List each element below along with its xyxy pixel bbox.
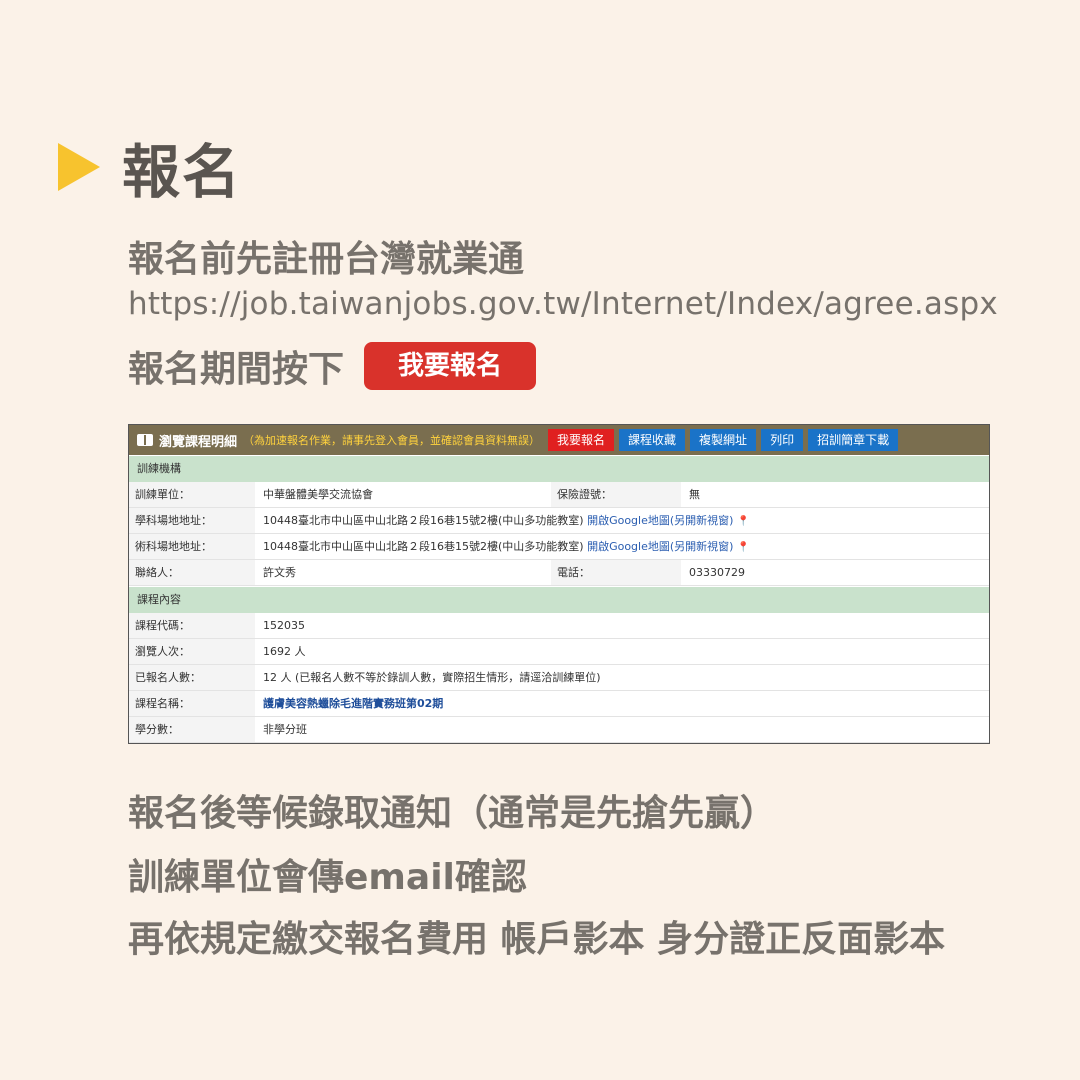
register-url[interactable]: https://job.taiwanjobs.gov.tw/Internet/I… [128,286,998,322]
press-button-text: 報名期間按下 [128,349,345,390]
map-pin-icon: 📍 [736,542,750,553]
contact-value: 許文秀 [263,566,296,579]
contact-label: 聯絡人： [129,560,255,585]
course-code-value: 152035 [263,619,305,632]
credits-label: 學分數： [129,717,255,742]
print-button[interactable]: 列印 [761,429,804,451]
panel-note: （為加速報名作業，請事先登入會員，並確認會員資料無誤） [243,434,541,447]
panel-title: 瀏覽課程明細 [159,434,238,450]
table-row: 聯絡人： 許文秀 電話： 03330729 [129,560,989,586]
course-code-label: 課程代碼： [129,613,255,638]
insurance-value: 無 [689,488,700,501]
favorite-button[interactable]: 課程收藏 [619,429,686,451]
phone-value: 03330729 [689,566,745,579]
table-row: 術科場地地址： 10448臺北市中山區中山北路２段16巷15號2樓(中山多功能教… [129,534,989,560]
registered-value: 12 人 (已報名人數不等於錄訓人數，實際招生情形，請逕洽訓練單位) [263,671,601,684]
course-name-value[interactable]: 護膚美容熱蠟除毛進階實務班第02期 [255,691,443,716]
table-row: 訓練單位： 中華盤體美學交流協會 保險證號： 無 [129,482,989,508]
academic-address-value: 10448臺北市中山區中山北路２段16巷15號2樓(中山多功能教室) 開啟Goo… [255,508,989,533]
panel-header: 瀏覽課程明細 （為加速報名作業，請事先登入會員，並確認會員資料無誤） 我要報名 … [129,425,989,455]
email-confirm-text: 訓練單位會傳email確認 [128,857,527,898]
technical-address-text: 10448臺北市中山區中山北路２段16巷15號2樓(中山多功能教室) [263,540,584,553]
technical-address-value: 10448臺北市中山區中山北路２段16巷15號2樓(中山多功能教室) 開啟Goo… [255,534,989,559]
play-triangle-icon [58,143,100,191]
org-value: 中華盤體美學交流協會 [263,488,373,501]
copy-url-button[interactable]: 複製網址 [690,429,757,451]
credits-value: 非學分班 [263,723,307,736]
table-row: 瀏覽人次： 1692 人 [129,639,989,665]
table-row: 課程名稱： 護膚美容熱蠟除毛進階實務班第02期 [129,691,989,717]
register-button-illustration: 我要報名 [364,342,537,390]
press-button-line: 報名期間按下 我要報名 [128,340,537,392]
wait-notice-text: 報名後等候錄取通知（通常是先搶先贏） [128,793,777,834]
panel-register-button[interactable]: 我要報名 [548,429,615,451]
course-name-label: 課程名稱： [129,691,255,716]
map-pin-icon: 📍 [736,516,750,527]
technical-address-label: 術科場地地址： [129,534,255,559]
table-row: 已報名人數： 12 人 (已報名人數不等於錄訓人數，實際招生情形，請逕洽訓練單位… [129,665,989,691]
views-value: 1692 人 [263,645,306,658]
register-first-text: 報名前先註冊台灣就業通 [128,239,525,280]
table-row: 學分數： 非學分班 [129,717,989,743]
course-detail-screenshot: 瀏覽課程明細 （為加速報名作業，請事先登入會員，並確認會員資料無誤） 我要報名 … [128,424,990,744]
academic-map-link[interactable]: 開啟Google地圖(另開新視窗) [587,514,733,527]
table-row: 課程代碼： 152035 [129,613,989,639]
academic-address-text: 10448臺北市中山區中山北路２段16巷15號2樓(中山多功能教室) [263,514,584,527]
section-heading: 報名 [58,132,242,206]
download-brochure-button[interactable]: 招訓簡章下載 [808,429,899,451]
technical-map-link[interactable]: 開啟Google地圖(另開新視窗) [587,540,733,553]
insurance-label: 保險證號： [551,482,681,507]
org-label: 訓練單位： [129,482,255,507]
academic-address-label: 學科場地地址： [129,508,255,533]
registered-label: 已報名人數： [129,665,255,690]
phone-label: 電話： [551,560,681,585]
section-training-org: 訓練機構 [129,455,989,482]
book-icon [137,434,153,446]
heading-title: 報名 [122,138,243,206]
payment-docs-text: 再依規定繳交報名費用 帳戶影本 身分證正反面影本 [128,919,946,960]
section-course-content: 課程內容 [129,586,989,613]
views-label: 瀏覽人次： [129,639,255,664]
table-row: 學科場地地址： 10448臺北市中山區中山北路２段16巷15號2樓(中山多功能教… [129,508,989,534]
